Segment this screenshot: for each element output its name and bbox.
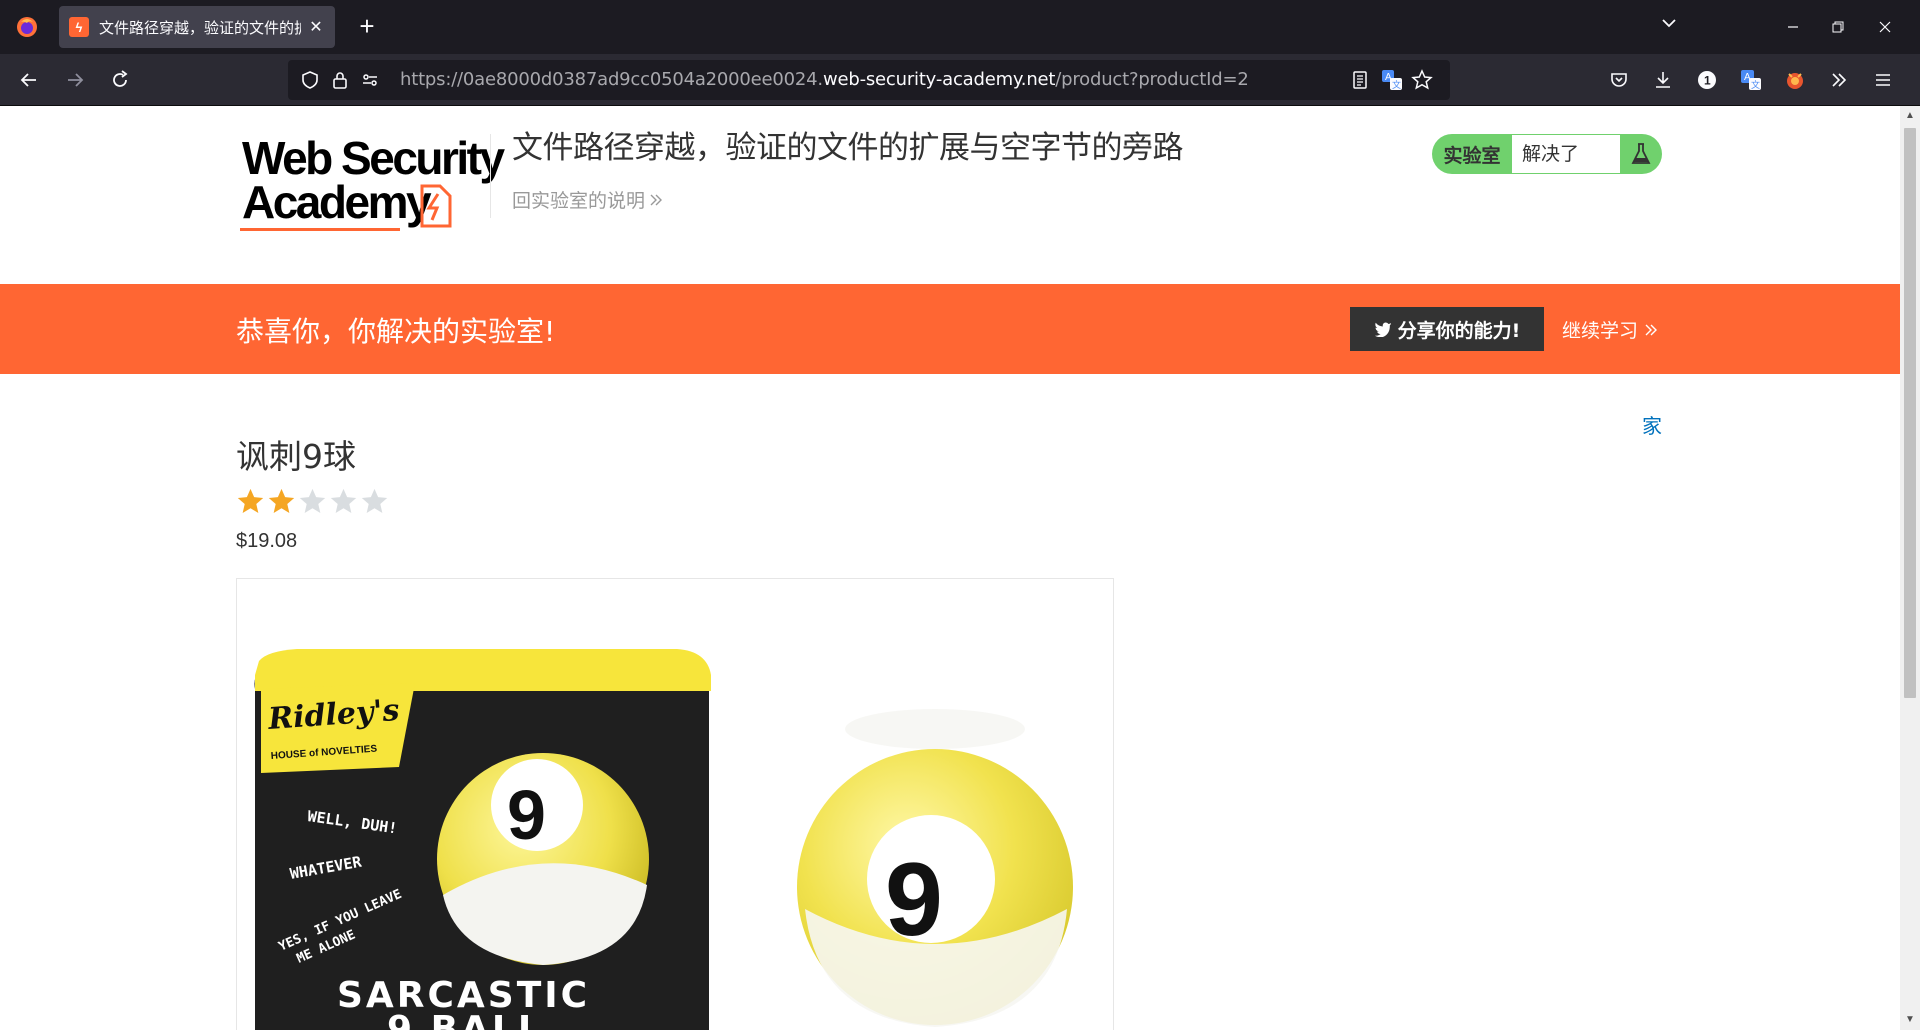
star-empty-icon [330,488,357,513]
bookmark-star-icon[interactable] [1410,68,1434,92]
url-path: /product?productId=2 [1055,69,1249,90]
scrollbar-thumb[interactable] [1904,128,1916,698]
flask-icon [1620,142,1662,166]
product-price: $19.08 [236,530,298,552]
lab-title: 文件路径穿越，验证的文件的扩展与空字节的旁路 [512,130,1184,166]
product-image: Ridley's HOUSE of NOVELTIES WELL, DUH! W… [236,578,1114,1030]
tab-active[interactable]: ϟ 文件路径穿越，验证的文件的扩展与空字节的旁路 ✕ [59,6,335,48]
download-icon[interactable] [1649,66,1677,94]
browser-window: ϟ 文件路径穿越，验证的文件的扩展与空字节的旁路 ✕ + [0,0,1920,1030]
scroll-up-arrow-icon[interactable]: ▲ [1904,110,1916,122]
translate-icon[interactable]: A文 [1380,68,1404,92]
translate-extension-icon[interactable]: A文 [1737,66,1765,94]
continue-link-label: 继续学习 [1562,320,1639,342]
star-empty-icon [299,488,326,513]
scroll-down-arrow-icon[interactable]: ▼ [1904,1014,1916,1026]
rating-stars [236,487,389,516]
restore-icon[interactable] [1815,0,1861,54]
shield-icon[interactable] [298,68,322,92]
ball-number: 9 [885,842,943,958]
product-ball: 9 [797,709,1073,1027]
back-arrow-icon[interactable] [12,63,46,97]
tab-favicon-icon: ϟ [69,17,89,37]
box-title-line2: 9 BALL [387,1009,544,1030]
hamburger-menu-icon[interactable] [1869,66,1897,94]
tab-close-icon[interactable]: ✕ [307,17,325,37]
solved-message: 恭喜你，你解决的实验室! [236,315,556,348]
close-window-icon[interactable] [1862,0,1908,54]
double-chevron-right-icon [649,190,663,212]
pocket-icon[interactable] [1605,66,1633,94]
overflow-chevron-icon[interactable] [1825,66,1853,94]
double-chevron-right-icon [1644,320,1658,342]
reader-view-icon[interactable] [1348,68,1372,92]
back-to-lab-description-link[interactable]: 回实验室的说明 [512,186,663,213]
lab-status-value: 解决了 [1512,135,1620,173]
new-tab-button[interactable]: + [350,10,384,44]
svg-text:文: 文 [1751,79,1760,91]
minimize-icon[interactable] [1770,0,1816,54]
firefox-view-button[interactable] [0,0,54,54]
extension-icon[interactable] [1781,66,1809,94]
url-prefix: https://0ae8000d0387ad9cc0504a2000ee0024… [400,69,823,90]
navigation-toolbar: https://0ae8000d0387ad9cc0504a2000ee0024… [0,54,1920,106]
back-link-label: 回实验室的说明 [512,190,646,212]
list-all-tabs-chevron-icon[interactable] [1660,14,1678,37]
share-skills-button[interactable]: 分享你的能力! [1350,307,1544,351]
product-box: Ridley's HOUSE of NOVELTIES WELL, DUH! W… [254,649,711,1030]
twitter-icon [1374,322,1391,337]
web-security-academy-logo[interactable]: Web Security Academy [240,132,505,242]
continue-learning-link[interactable]: 继续学习 [1562,316,1658,343]
forward-arrow-icon[interactable] [58,63,92,97]
url-bar[interactable]: https://0ae8000d0387ad9cc0504a2000ee0024… [288,60,1450,100]
box-ball-number: 9 [507,776,546,854]
svg-text:文: 文 [1392,79,1401,91]
star-filled-icon [268,488,295,513]
permissions-icon[interactable] [358,68,382,92]
product-title: 讽刺9球 [236,437,356,476]
solved-banner: 恭喜你，你解决的实验室! 分享你的能力! 继续学习 [0,284,1900,374]
tab-strip: ϟ 文件路径穿越，验证的文件的扩展与空字节的旁路 ✕ + [0,0,1920,54]
page-viewport: Web Security Academy 文件路径穿越，验证的文件的扩展与空字节… [0,106,1900,1030]
academy-header: Web Security Academy 文件路径穿越，验证的文件的扩展与空字节… [0,106,1900,284]
star-filled-icon [237,488,264,513]
share-button-label: 分享你的能力! [1397,319,1521,342]
lock-icon[interactable] [328,68,352,92]
page-scrollbar[interactable]: ▲ ▼ [1900,106,1920,1030]
lab-status-label: 实验室 [1443,144,1501,167]
notification-count: 1 [1704,74,1711,88]
url-text[interactable]: https://0ae8000d0387ad9cc0504a2000ee0024… [400,60,1249,100]
reload-icon[interactable] [103,63,137,97]
url-host: web-security-academy.net [822,69,1056,90]
notification-badge-icon[interactable]: 1 [1693,66,1721,94]
logo-line1: Web Security [242,132,505,184]
logo-underline [240,228,400,231]
logo-line2: Academy [242,176,432,228]
firefox-icon [17,17,37,37]
lab-status-widget: 实验室 解决了 [1432,134,1662,174]
star-empty-icon [361,488,388,513]
home-link[interactable]: 家 [1642,410,1662,439]
logo-bolt-icon [420,184,452,228]
header-divider [490,134,491,218]
tab-title: 文件路径穿越，验证的文件的扩展与空字节的旁路 [99,18,301,37]
